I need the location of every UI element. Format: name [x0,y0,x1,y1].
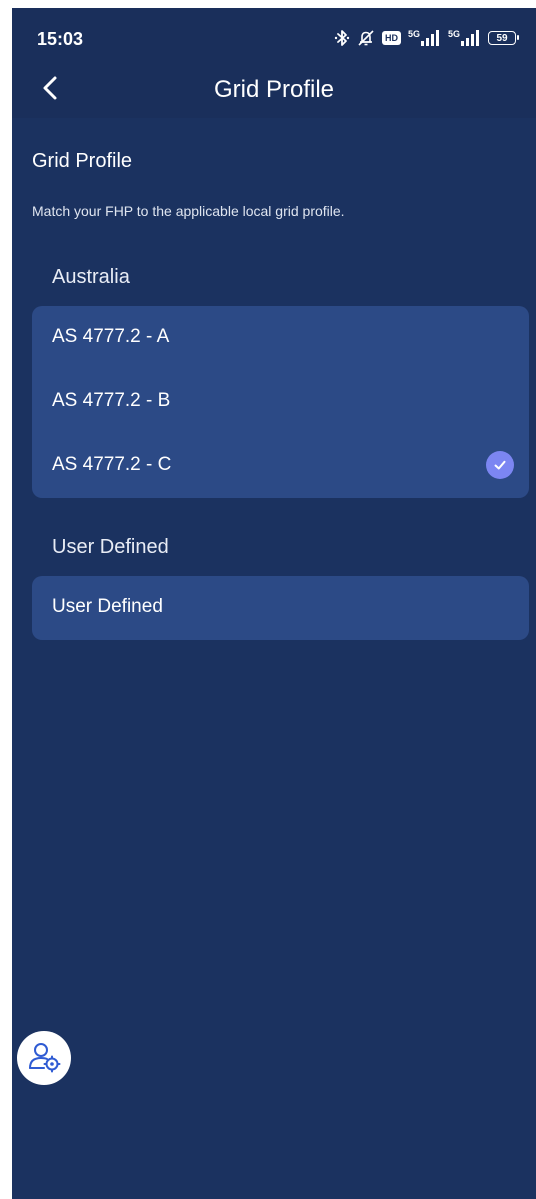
signal-5g-label: 5G [447,29,460,39]
signal-5g-label: 5G [407,29,420,39]
option-label: AS 4777.2 - A [52,326,170,347]
section-description: Match your FHP to the applicable local g… [32,203,345,219]
check-icon [486,451,514,479]
group-label-australia: Australia [52,266,130,288]
signal-5g-icon: 5G [448,30,481,46]
bell-muted-icon [357,29,375,47]
option-as4777-a[interactable]: AS 4777.2 - A [32,306,529,370]
user-settings-button[interactable] [17,1031,71,1085]
status-bar: 15:03 HD 5G 5G 59 [12,8,536,62]
signal-5g-icon: 5G [408,30,441,46]
user-settings-icon [27,1039,61,1078]
nav-bar: Grid Profile [12,62,536,118]
option-as4777-c[interactable]: AS 4777.2 - C [32,434,529,498]
option-as4777-b[interactable]: AS 4777.2 - B [32,370,529,434]
page-title: Grid Profile [213,76,335,103]
options-card-user-defined: User Defined [32,576,529,640]
section-heading: Grid Profile [32,150,133,172]
option-label: User Defined [52,596,163,617]
app-screen: 15:03 HD 5G 5G 59 Grid Profile Grid Prof… [12,8,536,1199]
option-label: AS 4777.2 - B [52,390,171,411]
option-user-defined[interactable]: User Defined [32,576,529,640]
battery-icon: 59 [488,31,519,45]
top-bar: 15:03 HD 5G 5G 59 Grid Profile [12,8,536,118]
hd-badge: HD [381,31,401,45]
status-time: 15:03 [37,29,84,49]
status-icons: HD 5G 5G 59 [334,28,519,48]
group-label-user-defined: User Defined [52,536,169,558]
bluetooth-icon [334,29,350,47]
battery-level: 59 [496,32,508,44]
options-card-australia: AS 4777.2 - A AS 4777.2 - B AS 4777.2 - … [32,306,529,498]
option-label: AS 4777.2 - C [52,454,172,475]
